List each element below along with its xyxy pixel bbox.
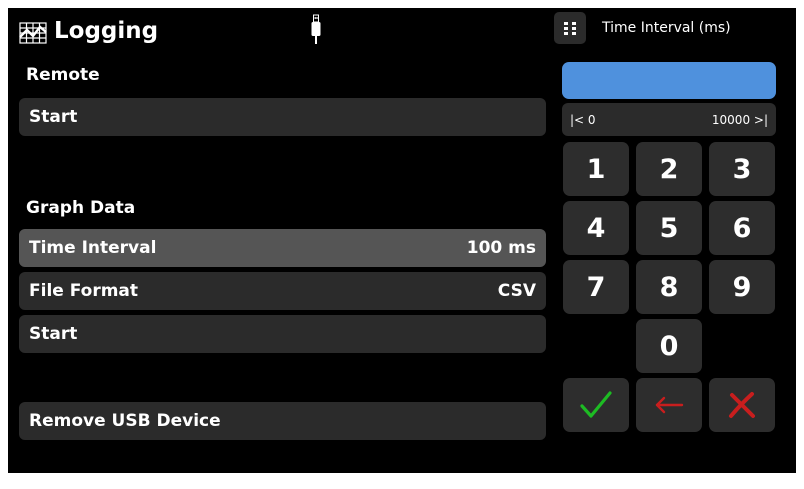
time-interval-value: 100 ms (466, 238, 536, 258)
time-interval-label: Time Interval (29, 238, 157, 258)
graph-start-label: Start (29, 324, 78, 344)
key-6[interactable]: 6 (709, 201, 775, 255)
keypad-menu-button[interactable] (554, 12, 586, 44)
key-8[interactable]: 8 (636, 260, 702, 314)
file-format-row[interactable]: File Format CSV (19, 272, 546, 310)
remote-start-button[interactable]: Start (19, 98, 546, 136)
key-2[interactable]: 2 (636, 142, 702, 196)
cancel-button[interactable] (709, 378, 775, 432)
backspace-button[interactable] (636, 378, 702, 432)
range-indicator: |< 0 10000 >| (562, 103, 776, 136)
graph-grid-icon (19, 22, 47, 44)
keypad-title: Time Interval (ms) (602, 20, 731, 36)
key-1[interactable]: 1 (563, 142, 629, 196)
grid-dots-icon (564, 22, 576, 35)
range-max: 10000 >| (711, 112, 768, 127)
file-format-label: File Format (29, 281, 139, 301)
key-0[interactable]: 0 (636, 319, 702, 373)
graph-data-section-label: Graph Data (26, 198, 136, 218)
remote-section-label: Remote (26, 65, 100, 85)
page-title: Logging (54, 18, 159, 44)
key-7[interactable]: 7 (563, 260, 629, 314)
x-icon (729, 392, 755, 418)
key-9[interactable]: 9 (709, 260, 775, 314)
remote-start-label: Start (29, 107, 78, 127)
remove-usb-device-label: Remove USB Device (29, 411, 221, 431)
usb-plug-icon (311, 14, 321, 44)
arrow-left-icon (655, 396, 684, 414)
checkmark-icon (580, 391, 612, 418)
key-4[interactable]: 4 (563, 201, 629, 255)
key-3[interactable]: 3 (709, 142, 775, 196)
file-format-value: CSV (497, 281, 536, 301)
time-interval-row[interactable]: Time Interval 100 ms (19, 229, 546, 267)
confirm-button[interactable] (563, 378, 629, 432)
value-input[interactable] (562, 62, 776, 99)
key-5[interactable]: 5 (636, 201, 702, 255)
remove-usb-device-button[interactable]: Remove USB Device (19, 402, 546, 440)
range-min: |< 0 (570, 112, 596, 127)
logging-screen: Logging Remote Start Graph Data Time Int… (8, 8, 796, 473)
graph-start-button[interactable]: Start (19, 315, 546, 353)
